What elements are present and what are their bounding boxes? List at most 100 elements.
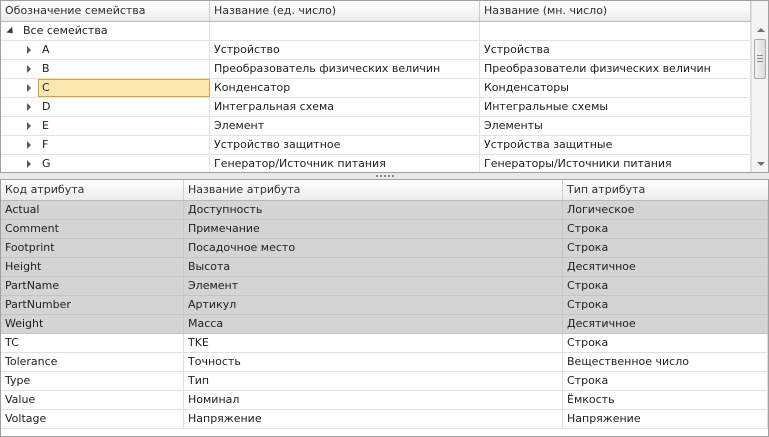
attribute-type-cell[interactable]: Десятичное <box>563 315 768 333</box>
family-singular-cell[interactable]: Преобразователь физических величин <box>210 60 480 78</box>
family-row[interactable]: C Конденсатор Конденсаторы <box>1 79 751 98</box>
attribute-type-cell[interactable]: Ёмкость <box>563 391 768 409</box>
attribute-type-cell[interactable]: Логическое <box>563 201 768 219</box>
family-row[interactable]: D Интегральная схема Интегральные схемы <box>1 98 751 117</box>
attribute-row[interactable]: Actual Доступность Логическое <box>1 201 768 220</box>
attribute-code-cell[interactable]: Type <box>1 372 184 390</box>
attribute-type-cell[interactable]: Вещественное число <box>563 353 768 371</box>
family-row[interactable]: B Преобразователь физических величин Преоб… <box>1 60 751 79</box>
attribute-code-cell[interactable]: TC <box>1 334 184 352</box>
expand-icon[interactable] <box>23 79 35 97</box>
family-code-cell[interactable]: C <box>38 79 210 97</box>
family-plural-cell[interactable]: Устройства <box>480 41 751 59</box>
expand-icon[interactable] <box>23 41 35 59</box>
family-row[interactable]: G Генератор/Источник питания Генераторы/Ис… <box>1 155 751 172</box>
families-vertical-scrollbar[interactable] <box>751 1 768 172</box>
attribute-type-cell[interactable]: Десятичное <box>563 258 768 276</box>
attribute-code-cell[interactable]: Footprint <box>1 239 184 257</box>
expand-icon[interactable] <box>23 117 35 135</box>
expand-icon[interactable] <box>23 155 35 172</box>
family-plural-cell[interactable]: Устройства защитные <box>480 136 751 154</box>
family-code-cell[interactable]: D <box>38 98 210 116</box>
attributes-grid: Код атрибута Название атрибута Тип атриб… <box>0 179 769 437</box>
collapse-icon[interactable] <box>5 22 17 40</box>
family-row[interactable]: E Элемент Элементы <box>1 117 751 136</box>
family-plural-cell[interactable]: Конденсаторы <box>480 79 751 97</box>
families-grid: Обозначение семейства Название (ед. числ… <box>0 0 769 173</box>
attribute-row[interactable]: Value Номинал Ёмкость <box>1 391 768 410</box>
family-plural-cell[interactable]: Преобразователи физических величин <box>480 60 751 78</box>
scroll-up-icon[interactable] <box>752 22 768 38</box>
expand-icon[interactable] <box>23 60 35 78</box>
family-code-cell[interactable]: G <box>38 155 210 172</box>
attribute-type-cell[interactable]: Строка <box>563 296 768 314</box>
scroll-down-icon[interactable] <box>752 156 768 172</box>
attribute-code-cell[interactable]: Actual <box>1 201 184 219</box>
attribute-code-cell[interactable]: PartName <box>1 277 184 295</box>
family-singular-cell[interactable]: Устройство защитное <box>210 136 480 154</box>
family-row[interactable]: A Устройство Устройства <box>1 41 751 60</box>
attribute-name-cell[interactable]: Элемент <box>184 277 563 295</box>
attribute-name-cell[interactable]: Масса <box>184 315 563 333</box>
column-header-plural-name[interactable]: Название (мн. число) <box>480 1 751 21</box>
column-header-attribute-code[interactable]: Код атрибута <box>1 180 184 200</box>
attribute-row[interactable]: PartNumber Артикул Строка <box>1 296 768 315</box>
attribute-code-cell[interactable]: Comment <box>1 220 184 238</box>
attribute-row[interactable]: Height Высота Десятичное <box>1 258 768 277</box>
attribute-row[interactable]: Footprint Посадочное место Строка <box>1 239 768 258</box>
attribute-row[interactable]: Weight Масса Десятичное <box>1 315 768 334</box>
attribute-type-cell[interactable]: Строка <box>563 277 768 295</box>
expand-icon[interactable] <box>23 136 35 154</box>
attribute-name-cell[interactable]: Доступность <box>184 201 563 219</box>
attribute-code-cell[interactable]: Weight <box>1 315 184 333</box>
column-header-attribute-type[interactable]: Тип атрибута <box>563 180 768 200</box>
attribute-name-cell[interactable]: TKE <box>184 334 563 352</box>
attribute-type-cell[interactable]: Строка <box>563 220 768 238</box>
attribute-name-cell[interactable]: Напряжение <box>184 410 563 428</box>
family-plural-cell[interactable]: Элементы <box>480 117 751 135</box>
attribute-name-cell[interactable]: Посадочное место <box>184 239 563 257</box>
attribute-type-cell[interactable]: Напряжение <box>563 410 768 428</box>
family-code-cell[interactable]: B <box>38 60 210 78</box>
family-code-cell[interactable]: E <box>38 117 210 135</box>
attribute-code-cell[interactable]: Voltage <box>1 410 184 428</box>
attribute-name-cell[interactable]: Примечание <box>184 220 563 238</box>
attribute-row[interactable]: Comment Примечание Строка <box>1 220 768 239</box>
family-singular-cell[interactable]: Генератор/Источник питания <box>210 155 480 172</box>
column-header-attribute-name[interactable]: Название атрибута <box>184 180 563 200</box>
attribute-row[interactable]: Tolerance Точность Вещественное число <box>1 353 768 372</box>
family-singular-cell[interactable]: Конденсатор <box>210 79 480 97</box>
column-header-singular-name[interactable]: Название (ед. число) <box>210 1 480 21</box>
tree-root-empty-cell <box>480 22 751 40</box>
expand-icon[interactable] <box>23 98 35 116</box>
family-code-cell[interactable]: A <box>38 41 210 59</box>
attributes-header: Код атрибута Название атрибута Тип атриб… <box>1 180 768 201</box>
family-plural-cell[interactable]: Интегральные схемы <box>480 98 751 116</box>
attribute-type-cell[interactable]: Строка <box>563 372 768 390</box>
attribute-name-cell[interactable]: Точность <box>184 353 563 371</box>
attribute-name-cell[interactable]: Артикул <box>184 296 563 314</box>
attribute-name-cell[interactable]: Номинал <box>184 391 563 409</box>
family-singular-cell[interactable]: Элемент <box>210 117 480 135</box>
attribute-name-cell[interactable]: Тип <box>184 372 563 390</box>
attribute-row[interactable]: PartName Элемент Строка <box>1 277 768 296</box>
attribute-code-cell[interactable]: Tolerance <box>1 353 184 371</box>
attribute-row[interactable]: TC TKE Строка <box>1 334 768 353</box>
attribute-row[interactable]: Type Тип Строка <box>1 372 768 391</box>
family-code-cell[interactable]: F <box>38 136 210 154</box>
attribute-name-cell[interactable]: Высота <box>184 258 563 276</box>
family-plural-cell[interactable]: Генераторы/Источники питания <box>480 155 751 172</box>
tree-root-row[interactable]: Все семейства <box>1 22 751 41</box>
tree-root-label: Все семейства <box>19 22 210 40</box>
attribute-type-cell[interactable]: Строка <box>563 334 768 352</box>
attribute-type-cell[interactable]: Строка <box>563 239 768 257</box>
attribute-code-cell[interactable]: Height <box>1 258 184 276</box>
scrollbar-thumb[interactable] <box>754 39 766 79</box>
attribute-row[interactable]: Voltage Напряжение Напряжение <box>1 410 768 429</box>
column-header-family-code[interactable]: Обозначение семейства <box>1 1 210 21</box>
attribute-code-cell[interactable]: PartNumber <box>1 296 184 314</box>
family-singular-cell[interactable]: Интегральная схема <box>210 98 480 116</box>
family-row[interactable]: F Устройство защитное Устройства защитные <box>1 136 751 155</box>
family-singular-cell[interactable]: Устройство <box>210 41 480 59</box>
attribute-code-cell[interactable]: Value <box>1 391 184 409</box>
